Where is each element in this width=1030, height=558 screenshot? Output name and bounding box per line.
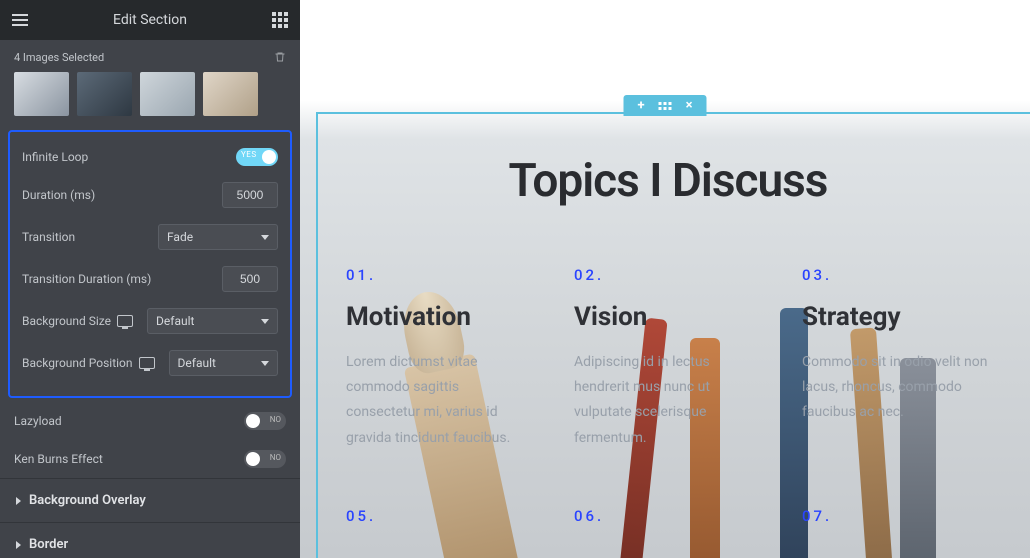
column-number: 03.: [802, 266, 990, 284]
column-number: 02.: [574, 266, 762, 284]
ken-burns-toggle[interactable]: NO: [244, 450, 286, 468]
image-thumbnails[interactable]: [14, 72, 286, 116]
lazyload-toggle[interactable]: NO: [244, 412, 286, 430]
column-number: 07.: [802, 507, 990, 525]
chevron-right-icon: [16, 541, 21, 549]
infinite-loop-label: Infinite Loop: [22, 150, 88, 164]
infinite-loop-row: Infinite Loop YES: [16, 140, 284, 174]
columns: 01. Motivation Lorem dictumst vitae comm…: [346, 266, 990, 451]
column-text: Commodo sit in odio velit non lacus, rho…: [802, 350, 990, 426]
images-section: 4 Images Selected: [0, 40, 300, 126]
columns-row-2: 05. 06. 07.: [346, 507, 990, 525]
editor-sidebar: Edit Section 4 Images Selected Infinite …: [0, 0, 300, 558]
lazyload-label: Lazyload: [14, 414, 62, 428]
column-text: Lorem dictumst vitae commodo sagittis co…: [346, 350, 534, 451]
sidebar-body: 4 Images Selected Infinite Loop YES Dura…: [0, 40, 300, 558]
bg-position-select[interactable]: Default: [169, 350, 278, 376]
thumbnail[interactable]: [14, 72, 69, 116]
duration-row: Duration (ms): [16, 174, 284, 216]
panel-title: Edit Section: [113, 12, 187, 28]
lazyload-row: Lazyload NO: [0, 402, 300, 440]
ken-burns-label: Ken Burns Effect: [14, 452, 103, 466]
responsive-icon[interactable]: [139, 357, 155, 369]
responsive-icon[interactable]: [117, 315, 133, 327]
chevron-right-icon: [16, 497, 21, 505]
column[interactable]: 03. Strategy Commodo sit in odio velit n…: [802, 266, 990, 451]
duration-label: Duration (ms): [22, 188, 95, 202]
duration-input[interactable]: [222, 182, 278, 208]
border-accordion[interactable]: Border: [0, 522, 300, 558]
column-number: 01.: [346, 266, 534, 284]
column-number: 05.: [346, 507, 534, 525]
section-content[interactable]: Topics I Discuss 01. Motivation Lorem di…: [316, 112, 1030, 558]
thumbnail[interactable]: [203, 72, 258, 116]
column-title: Vision: [574, 302, 762, 332]
bg-position-label: Background Position: [22, 356, 133, 370]
bg-size-label: Background Size: [22, 314, 111, 328]
slideshow-settings-highlight: Infinite Loop YES Duration (ms) Transiti…: [8, 130, 292, 398]
column-number: 06.: [574, 507, 762, 525]
column-title: Strategy: [802, 302, 990, 332]
preview-canvas[interactable]: + × Topics I Discuss 01. Motivation Lore…: [300, 0, 1030, 558]
bg-position-row: Background Position Default: [16, 342, 284, 384]
widgets-icon[interactable]: [272, 12, 288, 28]
column[interactable]: 02. Vision Adipiscing id in lectus hendr…: [574, 266, 762, 451]
infinite-loop-toggle[interactable]: YES: [236, 148, 278, 166]
transition-label: Transition: [22, 230, 75, 244]
trash-icon[interactable]: [274, 50, 286, 64]
transition-duration-input[interactable]: [222, 266, 278, 292]
column[interactable]: 01. Motivation Lorem dictumst vitae comm…: [346, 266, 534, 451]
transition-duration-label: Transition Duration (ms): [22, 272, 151, 286]
thumbnail[interactable]: [140, 72, 195, 116]
transition-duration-row: Transition Duration (ms): [16, 258, 284, 300]
drag-section-icon[interactable]: [659, 102, 672, 110]
thumbnail[interactable]: [77, 72, 132, 116]
bg-overlay-accordion[interactable]: Background Overlay: [0, 478, 300, 522]
page-title: Topics I Discuss: [346, 154, 990, 208]
add-section-button[interactable]: +: [638, 99, 645, 112]
menu-icon[interactable]: [12, 14, 28, 26]
transition-row: Transition Fade: [16, 216, 284, 258]
images-selected-label: 4 Images Selected: [14, 51, 104, 64]
transition-select[interactable]: Fade: [158, 224, 278, 250]
bg-size-row: Background Size Default: [16, 300, 284, 342]
column-text: Adipiscing id in lectus hendrerit mus nu…: [574, 350, 762, 451]
column-title: Motivation: [346, 302, 534, 332]
remove-section-button[interactable]: ×: [686, 99, 693, 112]
ken-burns-row: Ken Burns Effect NO: [0, 440, 300, 478]
sidebar-header: Edit Section: [0, 0, 300, 40]
bg-size-select[interactable]: Default: [147, 308, 278, 334]
